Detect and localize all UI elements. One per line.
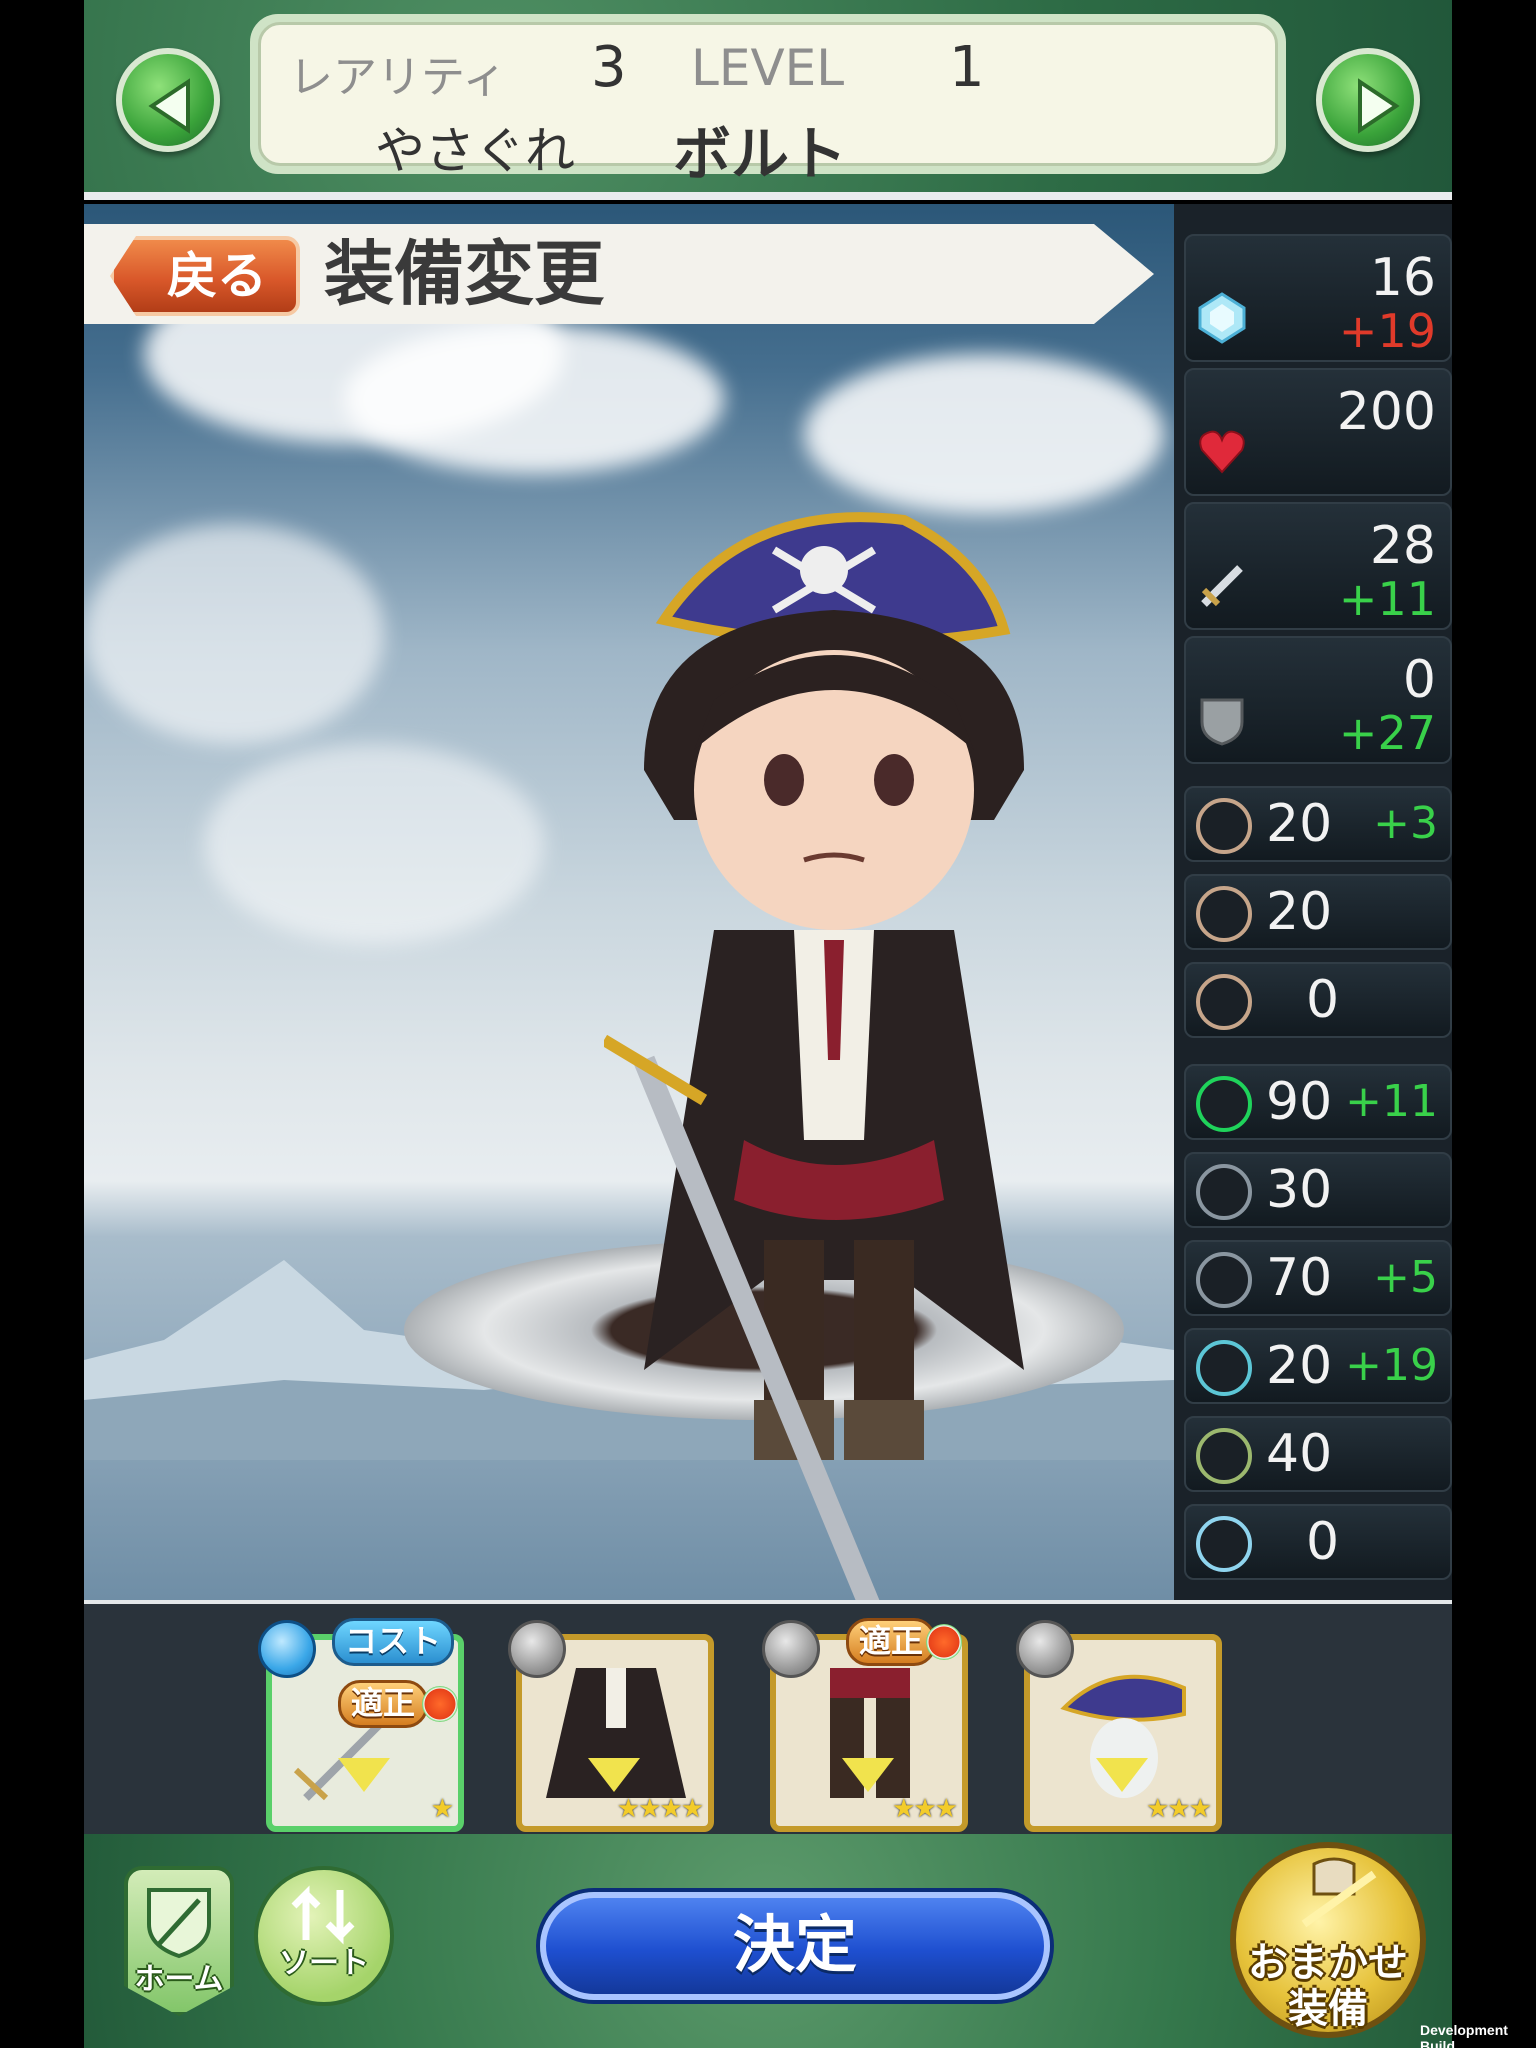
stat-attack: 28 +11 — [1184, 502, 1452, 630]
stat-wind: 40 — [1184, 1416, 1452, 1492]
home-label: ホーム — [134, 1962, 224, 1997]
slash-value: 20 — [1266, 794, 1333, 854]
crystal-icon — [1198, 292, 1246, 344]
stat-water: 20 +19 — [1184, 1328, 1452, 1404]
bow-value: 20 — [1266, 882, 1333, 942]
character-title: やさぐれ — [375, 122, 575, 180]
triforce-element-icon — [1196, 1164, 1252, 1220]
wind-element-icon — [1196, 1428, 1252, 1484]
magic-value: 0 — [1306, 970, 1340, 1030]
stat-hp: 200 — [1184, 368, 1452, 496]
cloud — [204, 744, 544, 944]
next-character-button[interactable] — [1316, 48, 1420, 152]
magic-resist-icon — [1196, 974, 1252, 1030]
fit-indicator-icon — [926, 1624, 962, 1660]
crystal-bonus: +19 — [1338, 304, 1436, 358]
development-build-label: Development Build — [1420, 2022, 1508, 2048]
slot-arrow-icon — [1096, 1758, 1148, 1792]
stat-slash-resist: 20 +3 — [1184, 786, 1452, 862]
fit-tag: 適正 — [338, 1680, 429, 1728]
stat-magic-resist: 0 — [1184, 962, 1452, 1038]
water-bonus: +19 — [1345, 1340, 1438, 1391]
page-title: 装備変更 — [324, 233, 604, 315]
equip-slot-head[interactable]: ★★★ — [1016, 1620, 1222, 1832]
stat-bow-resist: 20 — [1184, 874, 1452, 950]
dots-value: 70 — [1266, 1248, 1333, 1308]
shield-icon — [1200, 698, 1244, 746]
pirate-character — [604, 512, 1024, 1645]
home-button[interactable]: ホーム — [124, 1866, 234, 2016]
arrow-left-icon — [148, 78, 190, 134]
wind-value: 40 — [1266, 1424, 1333, 1484]
equipment-bar: ★ コスト 適正 ★★★★ ★★★ 適正 ★★★ — [84, 1600, 1452, 1834]
sort-label: ソート — [279, 1946, 369, 1981]
stat-cloud: 0 — [1184, 1504, 1452, 1580]
stat-dots: 70 +5 — [1184, 1240, 1452, 1316]
level-label: LEVEL — [691, 39, 845, 97]
back-button[interactable]: 戻る — [110, 236, 300, 316]
game-screen: レアリティ 3 LEVEL 1 やさぐれ ボルト 戻る 装備変更 16 +19 … — [84, 0, 1452, 2048]
auto-label-2: 装備 — [1288, 1986, 1368, 2032]
stat-earth: 90 +11 — [1184, 1064, 1452, 1140]
slot-stars: ★★★★ — [616, 1794, 704, 1824]
confirm-button[interactable]: 決定 — [540, 1892, 1050, 2000]
slot-stars: ★ — [430, 1794, 454, 1824]
arrow-right-icon — [1358, 78, 1400, 134]
sword-icon — [1201, 565, 1243, 607]
slash-bonus: +3 — [1373, 798, 1438, 849]
slot-arrow-icon — [338, 1758, 390, 1792]
rarity-label: レアリティ — [289, 52, 507, 103]
slot-stars: ★★★ — [1146, 1794, 1212, 1824]
stat-tri: 30 — [1184, 1152, 1452, 1228]
equip-slot-legs[interactable]: ★★★ 適正 — [762, 1618, 968, 1832]
sort-button[interactable]: ソート — [254, 1866, 394, 2006]
character-name: ボルト — [673, 120, 848, 188]
bow-resist-icon — [1196, 886, 1252, 942]
water-element-icon — [1196, 1340, 1252, 1396]
top-bar: レアリティ 3 LEVEL 1 やさぐれ ボルト — [84, 0, 1452, 200]
dots-element-icon — [1196, 1252, 1252, 1308]
slot-arrow-icon — [842, 1758, 894, 1792]
home-shield-icon — [147, 1888, 211, 1959]
attack-bonus: +11 — [1338, 572, 1436, 626]
heart-icon — [1199, 430, 1245, 474]
attack-value: 28 — [1369, 516, 1436, 576]
earth-element-icon — [1196, 1076, 1252, 1132]
fit-tag: 適正 — [846, 1618, 937, 1666]
equip-slot-weapon[interactable]: ★ コスト 適正 — [258, 1618, 464, 1832]
rarity-value: 3 — [591, 35, 627, 100]
crystal-value: 16 — [1369, 248, 1436, 308]
stat-defense: 0 +27 — [1184, 636, 1452, 764]
cloud-element-icon — [1196, 1516, 1252, 1572]
prev-character-button[interactable] — [116, 48, 220, 152]
auto-equip-button[interactable]: おまかせ 装備 — [1230, 1842, 1426, 2038]
cloud-value: 0 — [1306, 1512, 1340, 1572]
bottom-bar: ホーム ソート 決定 おまかせ 装備 — [84, 1834, 1452, 2048]
cost-tag: コスト — [332, 1618, 455, 1666]
hp-value: 200 — [1336, 382, 1436, 442]
water-value: 20 — [1266, 1336, 1333, 1396]
slot-stars: ★★★ — [892, 1794, 958, 1824]
tri-value: 30 — [1266, 1160, 1333, 1220]
knight-icon — [1301, 1857, 1377, 1928]
slash-resist-icon — [1196, 798, 1252, 854]
dots-bonus: +5 — [1373, 1252, 1438, 1303]
stats-panel: 16 +19 200 28 +11 0 +27 20 +3 20 0 90 +1… — [1174, 204, 1452, 1600]
slot-arrow-icon — [588, 1758, 640, 1792]
level-value: 1 — [949, 35, 985, 100]
defense-bonus: +27 — [1338, 706, 1436, 760]
cloud — [344, 324, 724, 474]
character-info-panel: レアリティ 3 LEVEL 1 やさぐれ ボルト — [250, 14, 1286, 188]
cloud — [804, 354, 1164, 514]
defense-value: 0 — [1402, 650, 1436, 710]
fit-indicator-icon — [422, 1686, 458, 1722]
equip-slot-body[interactable]: ★★★★ — [508, 1620, 714, 1832]
stat-crystal: 16 +19 — [1184, 234, 1452, 362]
cloud — [84, 524, 384, 744]
earth-bonus: +11 — [1345, 1076, 1438, 1127]
earth-value: 90 — [1266, 1072, 1333, 1132]
